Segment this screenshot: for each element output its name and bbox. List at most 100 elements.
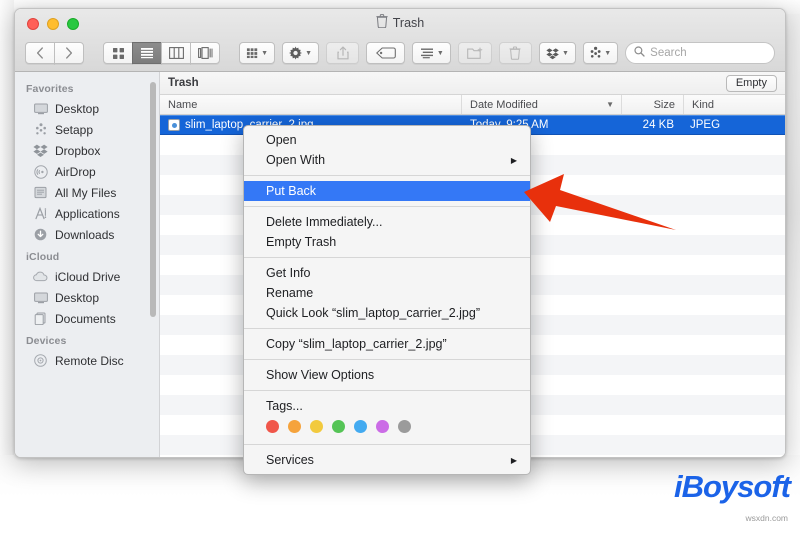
back-button[interactable] [25,42,55,64]
sidebar-item-remote-disc[interactable]: Remote Disc [15,350,159,371]
chevron-down-icon: ▼ [604,49,612,57]
finder-toolbar: ▼ ▼ ▼ ▼ ▼ Search [15,36,785,70]
delete-button[interactable] [498,42,532,64]
sidebar-scrollbar[interactable] [150,82,156,317]
file-size-cell: 24 KB [642,119,674,131]
path-bar-title: Trash [168,77,199,89]
menu-item-quick-look[interactable]: Quick Look “slim_laptop_carrier_2.jpg” [244,303,530,323]
menu-separator [244,444,530,445]
menu-item-label: Open [266,133,297,147]
dropbox-icon [33,143,48,158]
menu-item-empty-trash[interactable]: Empty Trash [244,232,530,252]
navigation-buttons [25,42,84,64]
menu-item-put-back[interactable]: Put Back [244,181,530,201]
sidebar-item-documents[interactable]: Documents [15,308,159,329]
tag-swatch-blue[interactable] [354,420,367,433]
desktop-icon [33,290,48,305]
sidebar-item-all-my-files[interactable]: All My Files [15,182,159,203]
documents-icon [33,311,48,326]
all-my-files-icon [33,185,48,200]
tag-button[interactable] [366,42,406,64]
sidebar: Favorites Desktop Setapp Dropbox AirDrop… [15,72,160,457]
empty-trash-button[interactable]: Empty [725,74,777,92]
menu-item-tags[interactable]: Tags... [244,396,530,416]
cloud-icon [33,269,48,284]
context-menu: Open Open With ▶ Put Back Delete Immedia… [243,125,531,475]
file-kind-cell: JPEG [690,119,721,131]
gallery-view-button[interactable] [190,42,220,64]
sidebar-section-devices-header: Devices [26,335,67,347]
menu-item-open[interactable]: Open [244,130,530,150]
tag-swatch-yellow[interactable] [310,420,323,433]
menu-item-services[interactable]: Services ▶ [244,450,530,470]
dropbox-button[interactable]: ▼ [538,42,576,64]
tag-swatch-green[interactable] [332,420,345,433]
sidebar-item-downloads[interactable]: Downloads [15,224,159,245]
menu-item-copy[interactable]: Copy “slim_laptop_carrier_2.jpg” [244,334,530,354]
sidebar-item-dropbox[interactable]: Dropbox [15,140,159,161]
desktop-backdrop-left [0,0,14,533]
search-field[interactable]: Search [625,42,775,64]
sidebar-item-label: AirDrop [55,164,96,179]
menu-item-delete-immediately[interactable]: Delete Immediately... [244,212,530,232]
column-header-name[interactable]: Name [160,95,462,114]
tag-swatch-red[interactable] [266,420,279,433]
chevron-down-icon: ▼ [606,100,614,109]
applications-icon [33,206,48,221]
sidebar-item-label: iCloud Drive [55,269,121,284]
sidebar-item-label: Desktop [55,290,100,305]
menu-item-show-view-options[interactable]: Show View Options [244,365,530,385]
setapp-button[interactable]: ▼ [582,42,619,64]
icon-view-button[interactable] [103,42,133,64]
tag-swatch-gray[interactable] [398,420,411,433]
window-titlebar: Trash ▼ ▼ ▼ ▼ ▼ Search [15,9,785,72]
menu-item-label: Rename [266,286,314,300]
menu-separator [244,359,530,360]
menu-item-label: Show View Options [266,368,375,382]
tag-swatch-orange[interactable] [288,420,301,433]
chevron-down-icon: ▼ [261,49,269,57]
chevron-right-icon: ▶ [510,455,517,465]
list-view-button[interactable] [132,42,162,64]
watermark-sub: wsxdn.com [745,513,788,523]
sidebar-item-desktop[interactable]: Desktop [15,98,159,119]
menu-item-label: Put Back [266,184,317,198]
sidebar-item-icloud-desktop[interactable]: Desktop [15,287,159,308]
column-header-kind[interactable]: Kind [684,95,738,114]
column-header-date-modified[interactable]: Date Modified ▼ [462,95,622,114]
chevron-down-icon: ▼ [305,49,313,57]
jpeg-file-icon [168,119,180,131]
forward-button[interactable] [54,42,84,64]
menu-item-label: Tags... [266,399,303,413]
menu-separator [244,206,530,207]
action-menu-button[interactable]: ▼ [282,42,320,64]
sidebar-item-label: Documents [55,311,116,326]
new-folder-button[interactable] [458,42,492,64]
menu-item-get-info[interactable]: Get Info [244,263,530,283]
share-button[interactable] [326,42,360,64]
menu-item-label: Get Info [266,266,311,280]
menu-separator [244,175,530,176]
sidebar-item-label: Downloads [55,227,115,242]
menu-item-open-with[interactable]: Open With ▶ [244,150,530,170]
search-icon [634,44,645,62]
column-view-button[interactable] [161,42,191,64]
arrange-button[interactable]: ▼ [412,42,452,64]
sidebar-item-applications[interactable]: Applications [15,203,159,224]
chevron-down-icon: ▼ [562,49,569,57]
sidebar-section-favorites-header: Favorites [26,83,74,95]
sidebar-item-label: Setapp [55,122,94,137]
setapp-icon [33,122,48,137]
group-items-button[interactable]: ▼ [239,42,276,64]
menu-item-rename[interactable]: Rename [244,283,530,303]
tag-swatch-purple[interactable] [376,420,389,433]
column-header-size[interactable]: Size [622,95,684,114]
menu-item-label: Open With [266,153,326,167]
window-title-text: Trash [392,15,425,30]
chevron-down-icon: ▼ [436,49,444,57]
sidebar-item-setapp[interactable]: Setapp [15,119,159,140]
sidebar-item-icloud-drive[interactable]: iCloud Drive [15,266,159,287]
menu-separator [244,390,530,391]
sidebar-item-airdrop[interactable]: AirDrop [15,161,159,182]
trash-icon [376,14,388,31]
